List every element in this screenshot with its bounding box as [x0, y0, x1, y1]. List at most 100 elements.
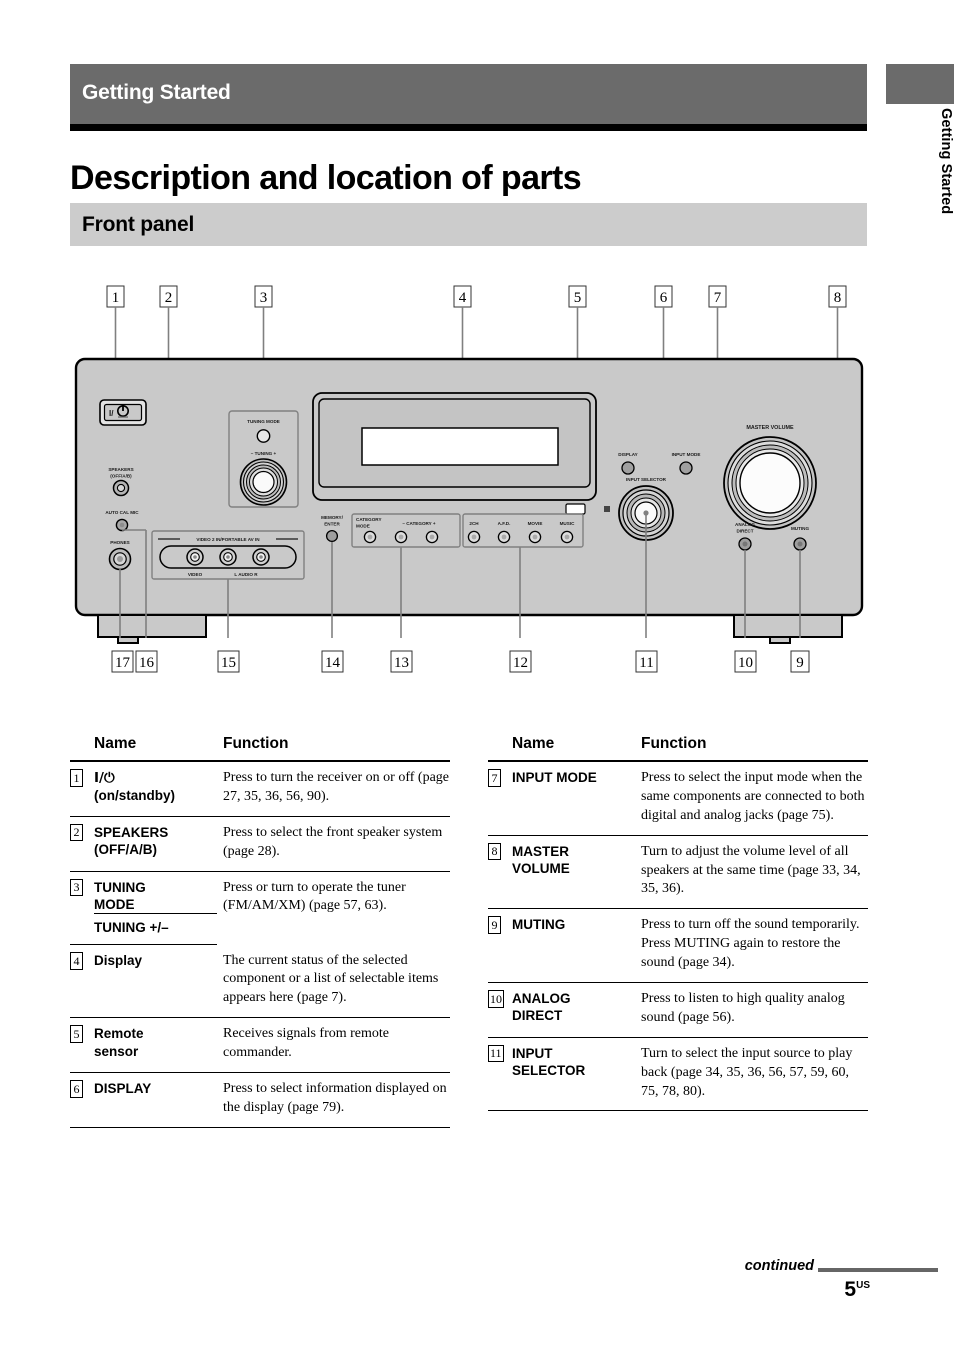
svg-text:– TUNING +: – TUNING + — [251, 451, 277, 456]
category-plus-button[interactable] — [425, 530, 439, 544]
row-function-cell: Turn to adjust the volume level of all s… — [635, 835, 868, 910]
svg-text:A.F.D.: A.F.D. — [498, 521, 511, 526]
row-num-cell: 6 — [70, 1072, 94, 1128]
row-name-line1: ANALOG — [512, 991, 571, 1007]
svg-text:2CH: 2CH — [469, 521, 479, 526]
svg-text:6: 6 — [660, 290, 668, 306]
svg-text:VIDEO: VIDEO — [188, 572, 203, 577]
row-name-cell: SPEAKERS (OFF/A/B) — [94, 816, 217, 872]
row-name-cell: INPUT SELECTOR — [512, 1037, 635, 1112]
callout-badge: 2 — [70, 823, 83, 842]
svg-text:L AUDIO R: L AUDIO R — [234, 572, 258, 577]
table-row: 1 I/⏻ (on/standby) Press to turn the rec… — [70, 761, 450, 817]
power-button[interactable]: I/ — [99, 399, 147, 426]
row-num-cell: 4 — [70, 944, 94, 1019]
header-spacer — [488, 733, 512, 762]
row-name-line2: SELECTOR — [512, 1063, 586, 1079]
row-function-cell: Press or turn to operate the tuner (FM/A… — [223, 879, 406, 914]
remote-sensor — [565, 503, 586, 515]
header-function: Function — [635, 733, 868, 762]
page-title: Description and location of parts — [70, 158, 582, 197]
svg-text:2: 2 — [165, 290, 173, 306]
row-name-cell: TUNING MODE — [94, 871, 217, 914]
tuning-mode-button[interactable] — [256, 429, 271, 443]
row-num-cell-empty — [70, 913, 94, 946]
table: Name Function 1 I/⏻ (on/standby) Press t… — [70, 733, 450, 1128]
svg-text:12: 12 — [513, 655, 528, 671]
side-tab-block — [886, 64, 954, 104]
category-minus-button[interactable] — [394, 530, 408, 544]
row-num-cell: 3 — [70, 871, 94, 914]
callout-badge: 4 — [70, 952, 83, 970]
svg-text:3: 3 — [260, 290, 268, 306]
row-name-line2: DIRECT — [512, 1008, 563, 1024]
front-panel-figure: .pl { font-family:"Liberation Sans", san… — [70, 280, 870, 700]
callouts-bottom: 17 16 15 14 13 12 11 10 9 — [111, 650, 810, 673]
row-function-cell: Turn to select the input source to play … — [635, 1037, 868, 1112]
chapter-title: Getting Started — [82, 81, 231, 104]
svg-text:(OFF/A/B): (OFF/A/B) — [110, 474, 132, 479]
category-mode-button[interactable] — [363, 530, 377, 544]
callout-badge: 9 — [488, 916, 501, 934]
row-name-cell: Remote sensor — [94, 1017, 217, 1074]
table-row: 11 INPUT SELECTOR Turn to select the inp… — [488, 1037, 868, 1112]
svg-text:MUTING: MUTING — [791, 526, 810, 531]
row-num-cell: 2 — [70, 816, 94, 872]
button-music[interactable] — [560, 530, 574, 544]
row-name-line1: Remote — [94, 1026, 144, 1042]
table-row: 5 Remote sensor Receives signals from re… — [70, 1017, 450, 1074]
svg-text:10: 10 — [738, 655, 753, 671]
svg-text:MOVIE: MOVIE — [528, 521, 543, 526]
button-afd[interactable] — [497, 530, 511, 544]
row-name-line2: VOLUME — [512, 860, 570, 876]
row-function-cell: Press to select information displayed on… — [217, 1072, 450, 1128]
front-panel-diagram: .pl { font-family:"Liberation Sans", san… — [74, 285, 864, 673]
svg-text:CATEGORY: CATEGORY — [356, 517, 382, 522]
display-window — [312, 392, 610, 515]
callout-badge: 7 — [488, 769, 501, 787]
row-num-cell: 9 — [488, 908, 512, 984]
row-num-cell: 7 — [488, 761, 512, 836]
table-row: 2 SPEAKERS (OFF/A/B) Press to select the… — [70, 816, 450, 872]
row-function-cell: The current status of the selected compo… — [217, 944, 450, 1019]
svg-text:DISPLAY: DISPLAY — [618, 452, 638, 457]
row-name-cell: ANALOG DIRECT — [512, 982, 635, 1038]
table: Name Function 7 INPUT MODE Press to sele… — [488, 733, 868, 1112]
table-row: 9 MUTING Press to turn off the sound tem… — [488, 908, 868, 984]
chapter-rule — [70, 124, 867, 131]
svg-text:8: 8 — [834, 290, 842, 306]
button-movie[interactable] — [528, 530, 542, 544]
row-function-cell: Press to turn the receiver on or off (pa… — [217, 761, 450, 817]
row-name-cell: I/⏻ (on/standby) — [94, 761, 217, 817]
header-name: Name — [512, 733, 635, 762]
svg-text:13: 13 — [394, 655, 409, 671]
button-2ch[interactable] — [467, 530, 481, 544]
row-function-cell: Press to select the front speaker system… — [217, 816, 450, 872]
continued-label: continued — [744, 1258, 814, 1274]
callout-14: 14 — [321, 650, 344, 673]
svg-text:INPUT MODE: INPUT MODE — [672, 452, 701, 457]
audio-l-in-jack[interactable] — [219, 548, 237, 566]
page-number: 5US — [844, 1278, 870, 1302]
svg-text:MUSIC: MUSIC — [560, 521, 575, 526]
row-num-cell: 5 — [70, 1017, 94, 1074]
section-title: Front panel — [82, 213, 195, 236]
page-number-value: 5 — [844, 1278, 857, 1301]
callout-17: 17 — [111, 650, 134, 673]
tuning-knob[interactable] — [239, 458, 288, 506]
chapter-band: Getting Started — [70, 64, 867, 124]
parts-table-right: Name Function 7 INPUT MODE Press to sele… — [488, 733, 868, 1112]
table-row: 6 DISPLAY Press to select information di… — [70, 1072, 450, 1128]
callout-badge: 1 — [70, 769, 83, 787]
header-spacer — [70, 733, 94, 762]
video-in-jack[interactable] — [186, 548, 204, 566]
row-function-cell: Press to turn off the sound temporarily.… — [635, 908, 868, 984]
callout-badge: 11 — [488, 1044, 504, 1063]
table-row: 10 ANALOG DIRECT Press to listen to high… — [488, 982, 868, 1038]
header-name: Name — [94, 733, 217, 762]
svg-text:9: 9 — [796, 655, 804, 671]
table-row: 8 MASTER VOLUME Turn to adjust the volum… — [488, 835, 868, 910]
audio-r-in-jack[interactable] — [252, 548, 270, 566]
header-function: Function — [217, 733, 450, 762]
row-name-line2: MODE — [94, 896, 135, 912]
